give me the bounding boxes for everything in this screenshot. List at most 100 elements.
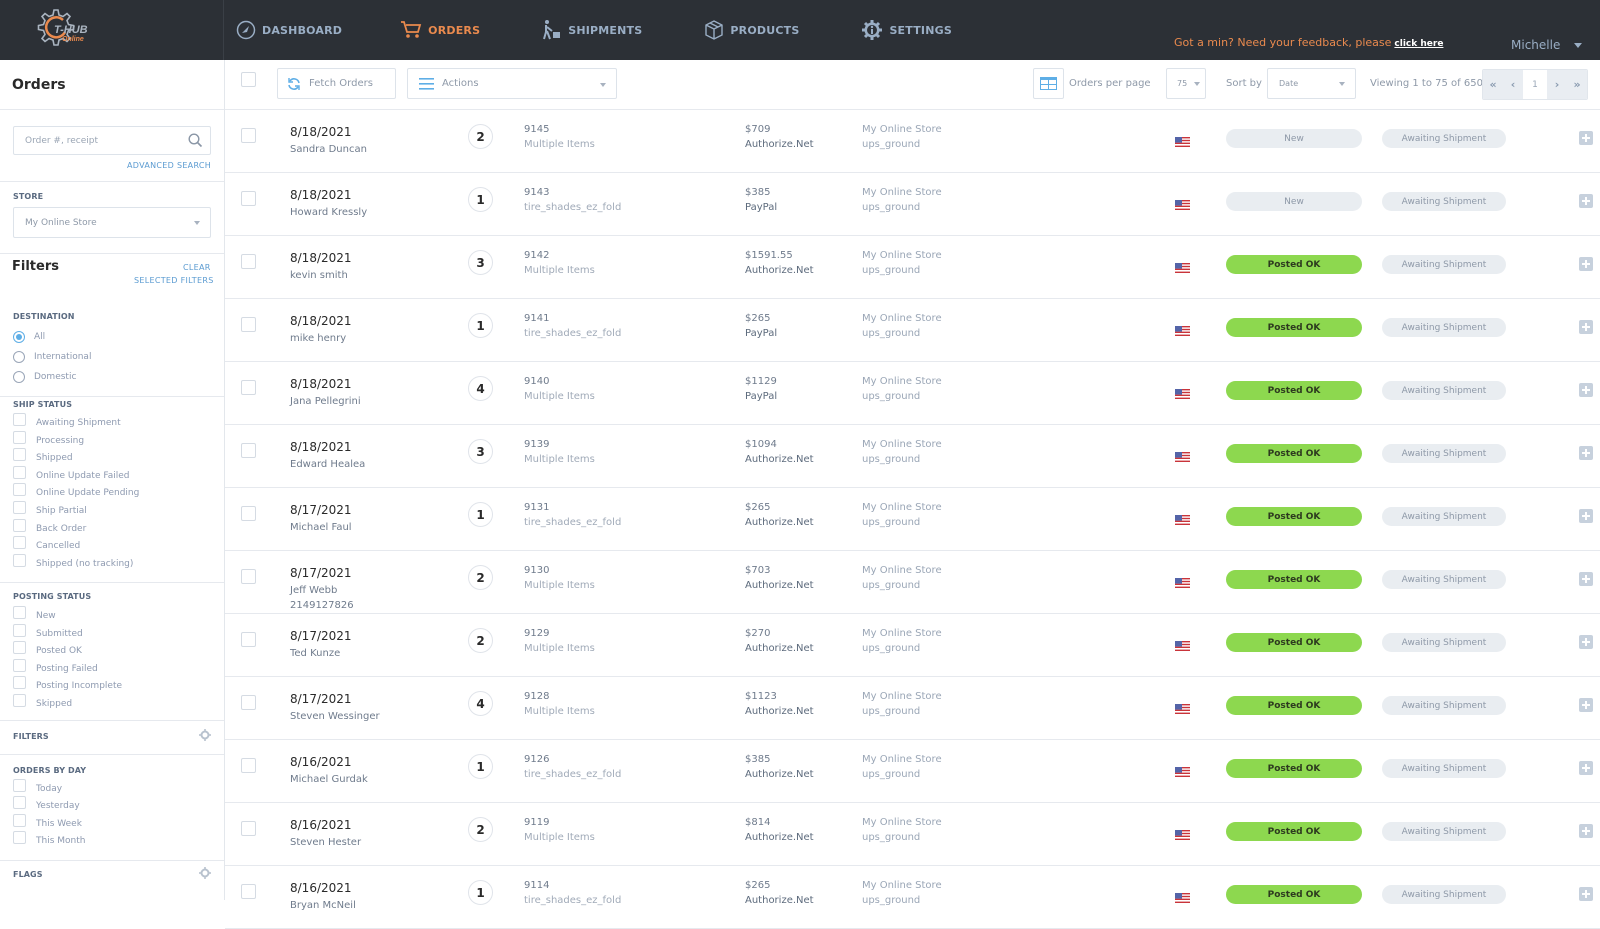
destination-international-radio[interactable]: International [13,351,91,363]
table-row[interactable]: 8/18/2021 Sandra Duncan 2 9145 Multiple Item… [225,110,1600,173]
row-checkbox[interactable] [241,380,256,395]
filter-option-label[interactable]: Processing [36,436,84,446]
filter-option-label[interactable]: Shipped [36,453,73,463]
nav-dashboard[interactable]: DASHBOARD [236,20,342,40]
filter-option-label[interactable]: Today [36,784,62,794]
expand-row-plus-icon[interactable] [1579,887,1593,901]
posting-status-badge[interactable]: Posted OK [1226,822,1362,841]
filter-checkbox[interactable] [13,483,26,497]
user-menu-caret-icon[interactable] [1574,43,1582,48]
order-item[interactable]: Multiple Items [524,454,595,465]
table-row[interactable]: 8/18/2021 Jana Pellegrini 4 9140 Multiple It… [225,362,1600,425]
order-number[interactable]: 9140 [524,376,549,387]
order-number[interactable]: 9139 [524,439,549,450]
filter-checkbox[interactable] [13,430,26,444]
ship-status-badge[interactable]: Awaiting Shipment [1382,507,1506,526]
order-item[interactable]: tire_shades_ez_fold [524,202,621,213]
order-item[interactable]: Multiple Items [524,706,595,717]
prev-page-button[interactable]: ‹ [1503,70,1523,99]
destination-domestic-radio[interactable]: Domestic [13,371,76,383]
filter-checkbox[interactable] [13,465,26,479]
expand-row-plus-icon[interactable] [1579,698,1593,712]
ship-status-badge[interactable]: Awaiting Shipment [1382,381,1506,400]
filter-option-label[interactable]: Online Update Pending [36,488,139,498]
filter-checkbox[interactable] [13,694,26,707]
filter-option-label[interactable]: Yesterday [36,801,80,811]
table-row[interactable]: 8/16/2021 Bryan McNeil 1 9114 tire_shades_ez… [225,866,1600,929]
filter-checkbox[interactable] [13,779,26,792]
expand-row-plus-icon[interactable] [1579,572,1593,586]
order-item[interactable]: Multiple Items [524,832,595,843]
posting-status-badge[interactable]: Posted OK [1226,759,1362,778]
fetch-orders-button[interactable]: Fetch Orders [277,68,396,99]
order-number[interactable]: 9145 [524,124,549,135]
order-item[interactable]: tire_shades_ez_fold [524,517,621,528]
order-number[interactable]: 9119 [524,817,549,828]
advanced-search-link[interactable]: ADVANCED SEARCH [127,161,211,170]
row-checkbox[interactable] [241,443,256,458]
table-row[interactable]: 8/18/2021 Edward Healea 3 9139 Multiple Item… [225,425,1600,488]
nav-settings[interactable]: SETTINGS [861,19,952,41]
filter-checkbox[interactable] [13,606,26,619]
selected-filters-link[interactable]: SELECTED FILTERS [134,276,214,285]
filter-checkbox[interactable] [13,796,26,810]
filter-checkbox[interactable] [13,536,26,550]
row-checkbox[interactable] [241,821,256,836]
filter-checkbox[interactable] [13,676,26,690]
filter-option-label[interactable]: Cancelled [36,541,80,551]
last-page-button[interactable]: » [1567,70,1587,99]
order-number[interactable]: 9129 [524,628,549,639]
filter-option-label[interactable]: Shipped (no tracking) [36,559,133,569]
filter-checkbox[interactable] [13,553,26,567]
order-number[interactable]: 9131 [524,502,549,513]
filter-option-label[interactable]: Awaiting Shipment [36,418,121,428]
ship-status-badge[interactable]: Awaiting Shipment [1382,192,1506,211]
order-item[interactable]: Multiple Items [524,265,595,276]
sort-by-select[interactable]: Date [1267,68,1356,99]
posting-status-badge[interactable]: Posted OK [1226,255,1362,274]
expand-row-plus-icon[interactable] [1579,824,1593,838]
filter-checkbox[interactable] [13,501,26,514]
posting-status-badge[interactable]: Posted OK [1226,381,1362,400]
table-row[interactable]: 8/17/2021 Steven Wessinger 4 9128 Multiple I… [225,677,1600,740]
order-number[interactable]: 9143 [524,187,549,198]
order-number[interactable]: 9142 [524,250,549,261]
row-checkbox[interactable] [241,128,256,143]
order-item[interactable]: Multiple Items [524,643,595,654]
order-number[interactable]: 9141 [524,313,549,324]
expand-row-plus-icon[interactable] [1579,131,1593,145]
ship-status-badge[interactable]: Awaiting Shipment [1382,696,1506,715]
order-item[interactable]: Multiple Items [524,391,595,402]
row-checkbox[interactable] [241,884,256,899]
filter-option-label[interactable]: Online Update Failed [36,471,129,481]
posting-status-badge[interactable]: New [1226,192,1362,211]
row-checkbox[interactable] [241,569,256,584]
table-row[interactable]: 8/17/2021 Michael Faul 1 9131 tire_shades_ez… [225,488,1600,551]
expand-row-plus-icon[interactable] [1579,635,1593,649]
nav-shipments[interactable]: SHIPMENTS [542,19,642,41]
order-number[interactable]: 9114 [524,880,549,891]
logo[interactable]: T-HUB Online [0,0,224,60]
filter-option-label[interactable]: Skipped [36,699,72,709]
filter-checkbox[interactable] [13,641,26,655]
row-checkbox[interactable] [241,632,256,647]
nav-products[interactable]: PRODUCTS [704,20,799,40]
first-page-button[interactable]: « [1483,70,1503,99]
table-row[interactable]: 8/16/2021 Michael Gurdak 1 9126 tire_shades_… [225,740,1600,803]
expand-row-plus-icon[interactable] [1579,509,1593,523]
store-select[interactable]: My Online Store [13,207,211,238]
filter-checkbox[interactable] [13,518,26,532]
posting-status-badge[interactable]: Posted OK [1226,885,1362,904]
filter-checkbox[interactable] [13,413,26,426]
ship-status-badge[interactable]: Awaiting Shipment [1382,633,1506,652]
posting-status-badge[interactable]: Posted OK [1226,570,1362,589]
filter-option-label[interactable]: Posted OK [36,646,82,656]
orders-per-page-select[interactable]: 75 [1166,68,1206,99]
filter-option-label[interactable]: New [36,611,56,621]
row-checkbox[interactable] [241,254,256,269]
posting-status-badge[interactable]: New [1226,129,1362,148]
filter-option-label[interactable]: Posting Incomplete [36,681,122,691]
nav-orders[interactable]: ORDERS [400,20,480,40]
expand-row-plus-icon[interactable] [1579,383,1593,397]
ship-status-badge[interactable]: Awaiting Shipment [1382,255,1506,274]
